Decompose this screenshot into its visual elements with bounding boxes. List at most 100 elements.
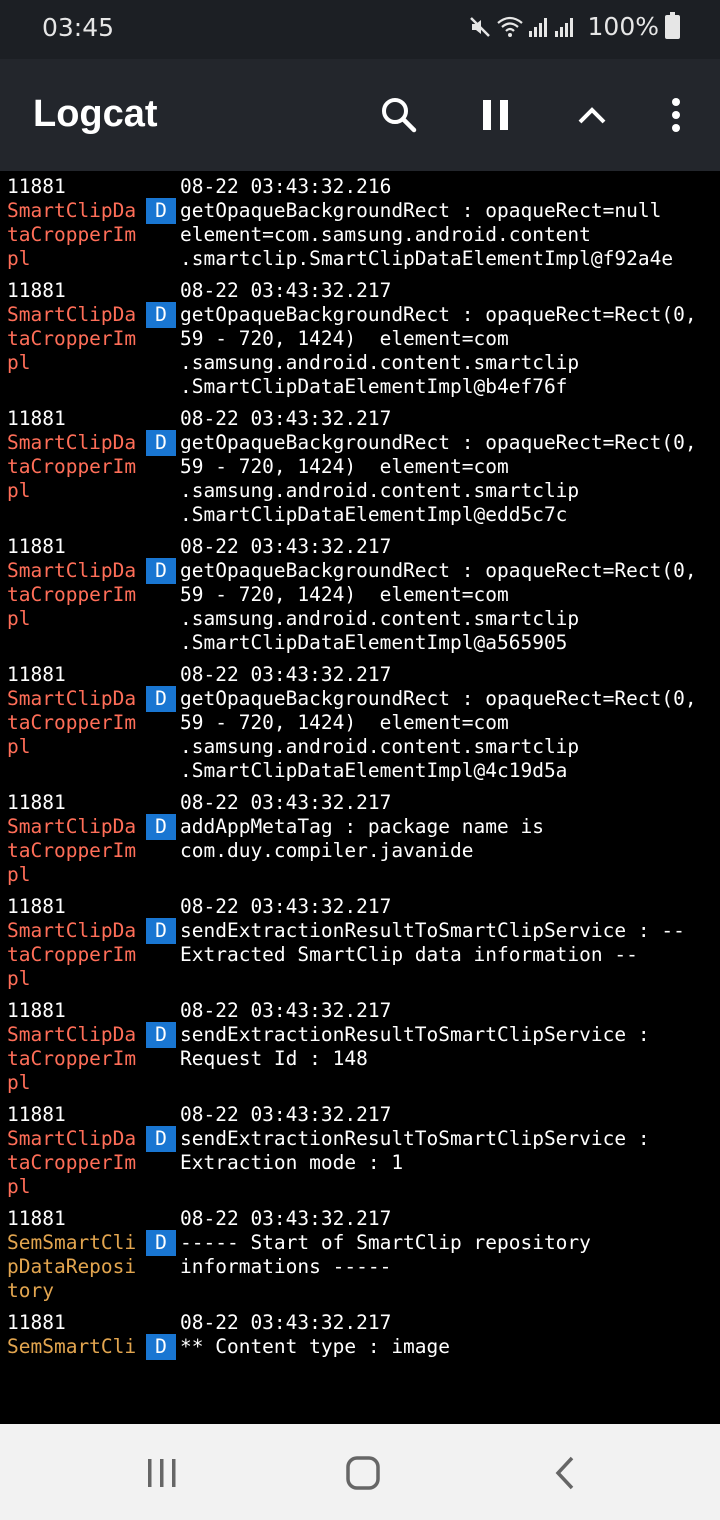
log-entry-header: 11881 08-22 03:43:32.217 [0, 659, 720, 687]
back-button[interactable] [540, 1448, 590, 1498]
log-entry[interactable]: 11881 08-22 03:43:32.217 SmartClipDa taCrop… [0, 403, 720, 531]
log-message-line: .SmartClipDataElementImpl@b4ef76f [180, 375, 568, 398]
log-timestamp: 08-22 03:43:32.217 [180, 663, 392, 686]
log-tag-line: SmartClipDa [7, 687, 137, 710]
log-entry[interactable]: 11881 08-22 03:43:32.217 SemSmartCli D ** Co… [0, 1307, 720, 1364]
log-pid: 11881 [7, 1311, 66, 1334]
log-entry[interactable]: 11881 08-22 03:43:32.217 SmartClipDa taCrop… [0, 659, 720, 787]
log-entry-body: SmartClipDa taCropperIm pl DsendExtractionR… [0, 1126, 720, 1203]
log-message: getOpaqueBackgroundRect : opaqueRect=Rec… [176, 559, 717, 655]
pause-button[interactable] [468, 87, 524, 143]
log-pid: 11881 [7, 999, 66, 1022]
log-pid: 11881 [7, 663, 66, 686]
log-message: ----- Start of SmartClip repository infor… [176, 1231, 717, 1303]
log-entry[interactable]: 11881 08-22 03:43:32.217 SmartClipDa taCrop… [0, 891, 720, 995]
log-entry[interactable]: 11881 08-22 03:43:32.217 SmartClipDa taCrop… [0, 1099, 720, 1203]
log-message-line: Request Id : 148 [180, 1047, 368, 1070]
log-message: addAppMetaTag : package name is com.duy.c… [176, 815, 717, 887]
log-message-line: 59 - 720, 1424) element=com [180, 583, 509, 606]
log-tag-line: taCropperIm [7, 839, 137, 862]
log-message-line: sendExtractionResultToSmartClipService : [180, 1023, 650, 1046]
log-message-line: .samsung.android.content.smartclip [180, 735, 580, 758]
log-message-line: .samsung.android.content.smartclip [180, 351, 580, 374]
log-tag-line: pl [7, 1071, 31, 1094]
log-message: sendExtractionResultToSmartClipService :… [176, 919, 717, 991]
log-entry[interactable]: 11881 08-22 03:43:32.216 SmartClipDa taCrop… [0, 171, 720, 275]
log-message-line: ** Content type : image [180, 1335, 451, 1358]
log-tag-line: pl [7, 351, 31, 374]
log-entry-header: 11881 08-22 03:43:32.217 [0, 787, 720, 815]
log-entry-body: SmartClipDa taCropperIm pl DsendExtractionR… [0, 1022, 720, 1099]
log-list[interactable]: 11881 08-22 03:43:32.216 SmartClipDa taCrop… [0, 171, 720, 1424]
status-icons: 100% [468, 11, 680, 41]
log-tag: SmartClipDa taCropperIm pl [0, 199, 146, 271]
recent-apps-button[interactable] [137, 1448, 187, 1498]
log-tag-line: SmartClipDa [7, 815, 137, 838]
log-timestamp: 08-22 03:43:32.217 [180, 999, 392, 1022]
log-tag-line: pl [7, 735, 31, 758]
back-icon [555, 1456, 574, 1490]
log-tag-line: taCropperIm [7, 1151, 137, 1174]
log-timestamp: 08-22 03:43:32.217 [180, 407, 392, 430]
log-tag: SmartClipDa taCropperIm pl [0, 815, 146, 887]
log-entry[interactable]: 11881 08-22 03:43:32.217 SmartClipDa taCrop… [0, 995, 720, 1099]
log-tag-line: pl [7, 247, 31, 270]
log-message-line: com.duy.compiler.javanide [180, 839, 474, 862]
home-button[interactable] [338, 1448, 388, 1498]
log-message-line: 59 - 720, 1424) element=com [180, 455, 509, 478]
log-entry-body: SmartClipDa taCropperIm pl DgetOpaqueBackgr… [0, 686, 720, 787]
chevron-up-icon [578, 107, 606, 124]
log-entry[interactable]: 11881 08-22 03:43:32.217 SmartClipDa taCrop… [0, 275, 720, 403]
log-message-line: element=com.samsung.android.content [180, 223, 591, 246]
log-entry-header: 11881 08-22 03:43:32.217 [0, 1099, 720, 1127]
log-timestamp: 08-22 03:43:32.217 [180, 1311, 392, 1334]
log-level-badge: D [146, 558, 176, 584]
log-pid: 11881 [7, 1103, 66, 1126]
search-button[interactable] [371, 87, 427, 143]
log-timestamp: 08-22 03:43:32.217 [180, 1207, 392, 1230]
log-message: sendExtractionResultToSmartClipService :… [176, 1127, 717, 1199]
log-entry-header: 11881 08-22 03:43:32.217 [0, 1203, 720, 1231]
log-tag-line: taCropperIm [7, 455, 137, 478]
log-timestamp: 08-22 03:43:32.216 [180, 175, 392, 198]
battery-percent: 100% [587, 12, 659, 41]
log-tag-line: taCropperIm [7, 711, 137, 734]
log-timestamp: 08-22 03:43:32.217 [180, 791, 392, 814]
signal-icon [528, 17, 547, 37]
log-message-line: .SmartClipDataElementImpl@4c19d5a [180, 759, 568, 782]
log-tag-line: SmartClipDa [7, 1127, 137, 1150]
log-tag: SmartClipDa taCropperIm pl [0, 559, 146, 655]
log-message-line: Extraction mode : 1 [180, 1151, 404, 1174]
log-tag-line: pDataReposi [7, 1255, 137, 1278]
log-message: getOpaqueBackgroundRect : opaqueRect=nul… [176, 199, 717, 271]
log-tag: SmartClipDa taCropperIm pl [0, 431, 146, 527]
log-tag-line: taCropperIm [7, 583, 137, 606]
log-message-line: getOpaqueBackgroundRect : opaqueRect=Rec… [180, 687, 697, 710]
log-tag-line: pl [7, 1175, 31, 1198]
log-message-line: Extracted SmartClip data information -- [180, 943, 638, 966]
log-pid: 11881 [7, 1207, 66, 1230]
log-message-line: getOpaqueBackgroundRect : opaqueRect=nul… [180, 199, 662, 222]
log-message-line: .smartclip.SmartClipDataElementImpl@f92a… [180, 247, 674, 270]
log-tag-line: SmartClipDa [7, 559, 137, 582]
log-level-badge: D [146, 814, 176, 840]
log-tag: SemSmartCli pDataReposi tory [0, 1231, 146, 1303]
log-tag-line: taCropperIm [7, 1047, 137, 1070]
log-tag: SmartClipDa taCropperIm pl [0, 919, 146, 991]
log-timestamp: 08-22 03:43:32.217 [180, 279, 392, 302]
log-entry[interactable]: 11881 08-22 03:43:32.217 SmartClipDa taCrop… [0, 787, 720, 891]
log-message-line: getOpaqueBackgroundRect : opaqueRect=Rec… [180, 431, 697, 454]
log-level-badge: D [146, 430, 176, 456]
log-message-line: sendExtractionResultToSmartClipService :… [180, 919, 685, 942]
log-pid: 11881 [7, 535, 66, 558]
log-entry-header: 11881 08-22 03:43:32.216 [0, 171, 720, 199]
log-tag: SmartClipDa taCropperIm pl [0, 303, 146, 399]
log-entry[interactable]: 11881 08-22 03:43:32.217 SemSmartCli pDataR… [0, 1203, 720, 1307]
log-tag-line: SmartClipDa [7, 1023, 137, 1046]
log-message-line: ----- Start of SmartClip repository [180, 1231, 591, 1254]
log-entry[interactable]: 11881 08-22 03:43:32.217 SmartClipDa taCrop… [0, 531, 720, 659]
log-message-line: .SmartClipDataElementImpl@a565905 [180, 631, 568, 654]
overflow-menu-button[interactable] [648, 87, 704, 143]
scroll-up-button[interactable] [564, 87, 620, 143]
log-tag: SmartClipDa taCropperIm pl [0, 1023, 146, 1095]
